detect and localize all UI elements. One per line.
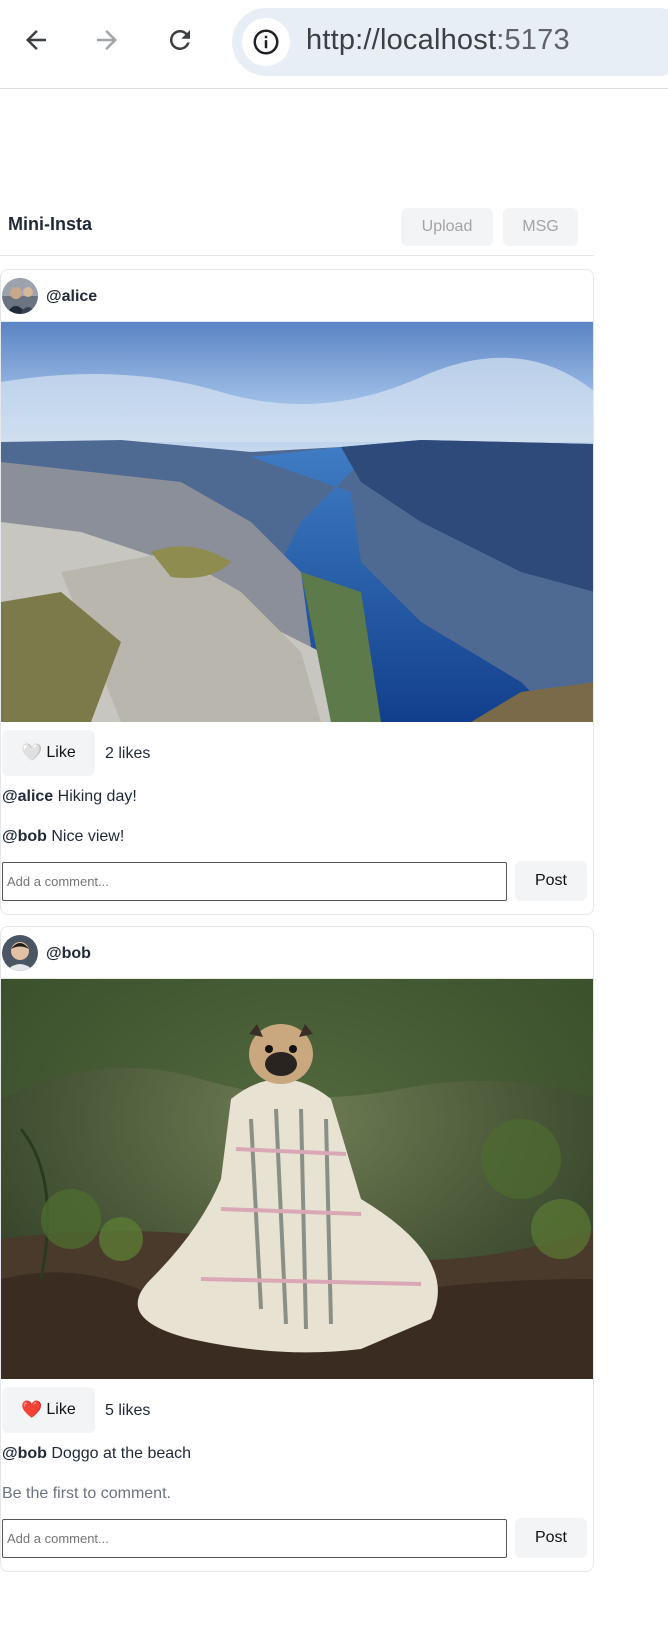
arrow-left-icon [26, 30, 46, 50]
heart-outline-icon: 🤍 [21, 743, 43, 762]
post-image [1, 979, 593, 1379]
comment-item: @bob Nice view! [1, 816, 593, 856]
browser-toolbar: http://localhost:5173 [0, 0, 668, 89]
post-header: @alice [1, 270, 593, 322]
address-bar[interactable]: http://localhost:5173 [232, 8, 668, 76]
comment-form: Post [1, 856, 593, 914]
comment-username[interactable]: @bob [2, 828, 47, 845]
heart-filled-icon: ❤️ [21, 1400, 43, 1419]
comment-input[interactable] [2, 862, 507, 901]
caption-username[interactable]: @bob [2, 1445, 47, 1462]
like-button[interactable]: ❤️ Like [2, 1387, 95, 1433]
url-port: :5173 [496, 24, 570, 56]
likes-count: 2 likes [105, 745, 151, 762]
avatar[interactable] [2, 278, 38, 314]
post-card: @bob ❤️ Like 5 likes @bob Doggo at the b… [0, 926, 594, 1572]
brand-title: Mini-Insta [8, 214, 92, 234]
post-card: @alice 🤍 Like 2 likes @alice Hiking day!… [0, 269, 594, 915]
arrow-right-icon [97, 30, 117, 50]
post-caption: @bob Doggo at the beach [1, 1433, 593, 1473]
comment-form: Post [1, 1513, 593, 1571]
url-host: http://localhost [306, 24, 497, 56]
app-header: Mini-Insta Upload MSG [0, 196, 594, 256]
caption-username[interactable]: @alice [2, 788, 53, 805]
reload-icon [169, 29, 190, 50]
comment-text: Nice view! [46, 828, 125, 845]
post-username[interactable]: @bob [46, 945, 91, 963]
empty-comments-text: Be the first to comment. [2, 1485, 171, 1502]
like-button[interactable]: 🤍 Like [2, 730, 95, 776]
reload-button[interactable] [160, 20, 200, 60]
post-actions: ❤️ Like 5 likes [1, 1379, 593, 1433]
comment-input[interactable] [2, 1519, 507, 1558]
empty-comments: Be the first to comment. [1, 1473, 593, 1513]
msg-button[interactable]: MSG [503, 208, 578, 246]
post-actions: 🤍 Like 2 likes [1, 722, 593, 776]
forward-button[interactable] [87, 20, 127, 60]
post-image [1, 322, 593, 722]
like-label: Like [46, 1401, 76, 1418]
post-caption: @alice Hiking day! [1, 776, 593, 816]
caption-text: Doggo at the beach [46, 1445, 192, 1462]
post-username[interactable]: @alice [46, 288, 97, 306]
like-label: Like [46, 744, 76, 761]
caption-text: Hiking day! [53, 788, 137, 805]
site-info-icon[interactable] [242, 18, 290, 66]
url-text: http://localhost:5173 [306, 24, 570, 57]
likes-count: 5 likes [105, 1402, 151, 1419]
post-comment-button[interactable]: Post [515, 861, 587, 901]
avatar[interactable] [2, 935, 38, 971]
upload-button[interactable]: Upload [401, 208, 493, 246]
back-button[interactable] [16, 20, 56, 60]
post-comment-button[interactable]: Post [515, 1518, 587, 1558]
post-header: @bob [1, 927, 593, 979]
